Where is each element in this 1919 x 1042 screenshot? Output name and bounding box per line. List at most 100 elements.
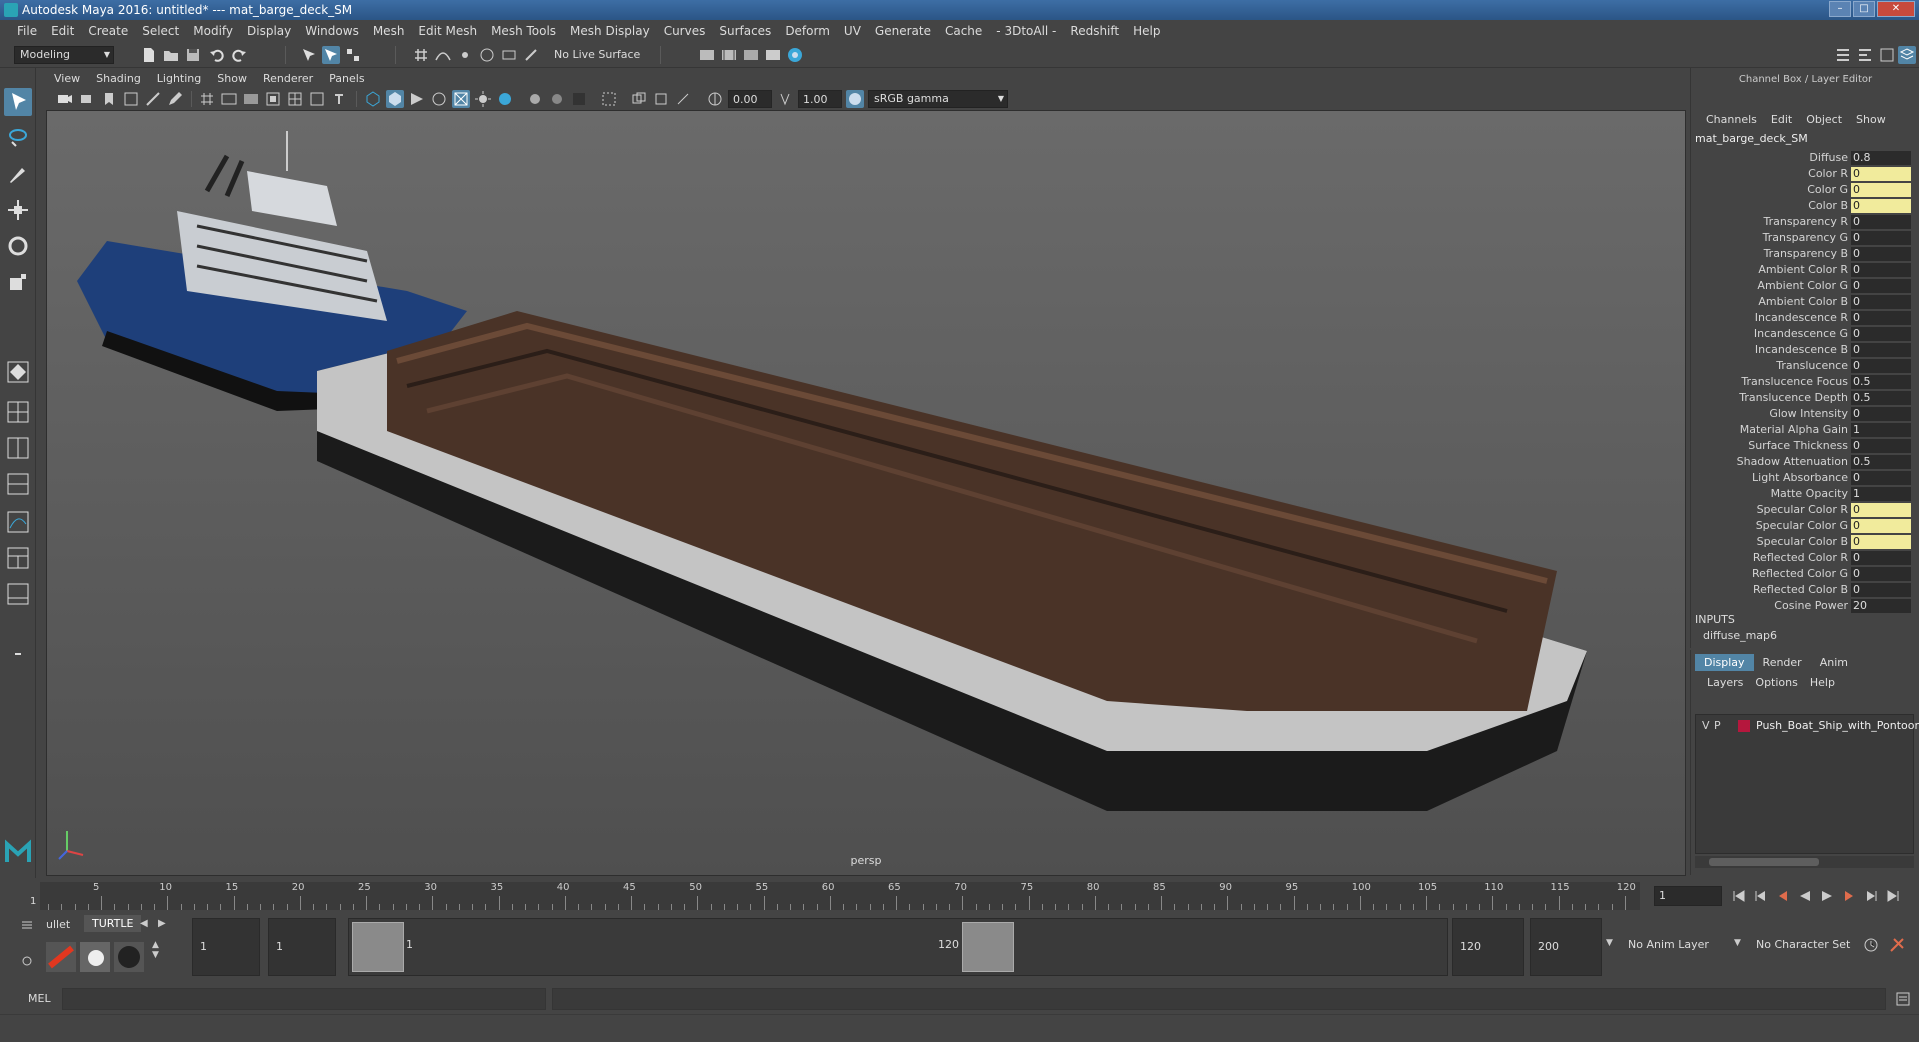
- channel-row[interactable]: Transparency G0: [1691, 230, 1919, 246]
- resolution-gate-icon[interactable]: [242, 90, 260, 108]
- channel-label[interactable]: Ambient Color B: [1758, 294, 1848, 310]
- shelf-tab-turtle[interactable]: TURTLE: [84, 915, 142, 932]
- layer-visibility-toggle[interactable]: V: [1702, 717, 1710, 735]
- undo-icon[interactable]: [208, 46, 226, 64]
- channel-label[interactable]: Reflected Color B: [1753, 582, 1848, 598]
- safe-action-icon[interactable]: [308, 90, 326, 108]
- step-back-key-icon[interactable]: [1752, 887, 1770, 905]
- channelbox-menu-channels[interactable]: Channels: [1699, 113, 1764, 126]
- channel-row[interactable]: Surface Thickness 0: [1691, 438, 1919, 454]
- channel-row[interactable]: Color G0: [1691, 182, 1919, 198]
- channel-box-toggle-icon[interactable]: [1878, 46, 1896, 64]
- four-pane-layout-icon[interactable]: [4, 398, 32, 426]
- input-node-item[interactable]: diffuse_map6: [1703, 629, 1777, 642]
- layer-menu-layers[interactable]: Layers: [1701, 676, 1749, 689]
- layer-menu-help[interactable]: Help: [1804, 676, 1841, 689]
- script-editor-layout-icon[interactable]: [4, 580, 32, 608]
- shelf-menu-icon[interactable]: [20, 918, 34, 932]
- layer-name[interactable]: Push_Boat_Ship_with_Pontoon: [1756, 717, 1919, 735]
- animation-preferences-icon[interactable]: [1888, 936, 1906, 954]
- snap-grid-icon[interactable]: [412, 46, 430, 64]
- channel-row[interactable]: Reflected Color R0: [1691, 550, 1919, 566]
- channel-row[interactable]: Specular Color B0: [1691, 534, 1919, 550]
- tab-anim[interactable]: Anim: [1811, 654, 1857, 671]
- channel-value-field[interactable]: 0: [1851, 519, 1911, 533]
- live-surface-field[interactable]: No Live Surface: [550, 46, 650, 66]
- maximize-button[interactable]: □: [1853, 1, 1875, 17]
- channelbox-menu-show[interactable]: Show: [1849, 113, 1893, 126]
- channelbox-menu-edit[interactable]: Edit: [1764, 113, 1799, 126]
- image-plane-icon[interactable]: [122, 90, 140, 108]
- channel-row[interactable]: Shadow Attenuation 0.5: [1691, 454, 1919, 470]
- channel-value-field[interactable]: 0: [1851, 471, 1911, 485]
- render-frame-icon[interactable]: [720, 46, 738, 64]
- rotate-tool-icon[interactable]: [4, 232, 32, 260]
- menu-uv[interactable]: UV: [837, 24, 868, 38]
- channel-label[interactable]: Transparency B: [1764, 246, 1848, 262]
- redshift-shelf-icon[interactable]: [46, 942, 76, 972]
- channel-label[interactable]: Cosine Power: [1774, 598, 1848, 614]
- snap-view-plane-icon[interactable]: [500, 46, 518, 64]
- channelbox-menu-object[interactable]: Object: [1799, 113, 1849, 126]
- time-slider[interactable]: 5 10 15 20 25 30 35 40 45 50 55 60 65 70 75 80 85 90 95 100…: [0, 878, 1919, 914]
- channel-label[interactable]: Transparency G: [1763, 230, 1848, 246]
- turtle-render-shelf-icon[interactable]: [114, 942, 144, 972]
- step-forward-frame-icon[interactable]: [1840, 887, 1858, 905]
- channel-label[interactable]: Reflected Color G: [1752, 566, 1848, 582]
- channel-label[interactable]: Incandescence R: [1755, 310, 1848, 326]
- layer-color-swatch[interactable]: [1738, 720, 1750, 732]
- channel-label[interactable]: Reflected Color R: [1753, 550, 1848, 566]
- shelf-scroll-icon[interactable]: ▲ ▼: [152, 940, 159, 960]
- open-scene-icon[interactable]: [162, 46, 180, 64]
- scale-tool-icon[interactable]: [4, 268, 32, 296]
- lasso-tool-icon[interactable]: [4, 124, 32, 152]
- attribute-editor-toggle-icon[interactable]: [1834, 46, 1852, 64]
- channel-row[interactable]: Translucence 0: [1691, 358, 1919, 374]
- play-forwards-icon[interactable]: [1818, 887, 1836, 905]
- channel-label[interactable]: Incandescence B: [1755, 342, 1848, 358]
- menu-edit-mesh[interactable]: Edit Mesh: [411, 24, 484, 38]
- tab-render[interactable]: Render: [1754, 654, 1811, 671]
- paint-select-tool-icon[interactable]: [4, 160, 32, 188]
- panel-menu-show[interactable]: Show: [209, 70, 255, 88]
- channel-row[interactable]: Cosine Power 20: [1691, 598, 1919, 614]
- menu-mesh-display[interactable]: Mesh Display: [563, 24, 657, 38]
- channel-label[interactable]: Ambient Color G: [1757, 278, 1848, 294]
- channel-value-field[interactable]: 0: [1851, 359, 1911, 373]
- minimize-button[interactable]: –: [1829, 1, 1851, 17]
- channel-row[interactable]: Diffuse 0.8: [1691, 150, 1919, 166]
- channel-value-field[interactable]: 0: [1851, 199, 1911, 213]
- channel-value-field[interactable]: 0: [1851, 551, 1911, 565]
- menu-generate[interactable]: Generate: [868, 24, 938, 38]
- layer-list-scrollbar[interactable]: [1695, 856, 1914, 868]
- hypershade-layout-icon[interactable]: [4, 544, 32, 572]
- channel-row[interactable]: Translucence Depth 0.5: [1691, 390, 1919, 406]
- chevron-down-icon[interactable]: ▼: [1734, 938, 1741, 948]
- single-pane-layout-icon[interactable]: [4, 358, 32, 386]
- select-hierarchy-icon[interactable]: [300, 46, 318, 64]
- auto-key-icon[interactable]: [1862, 936, 1880, 954]
- xray-joints-icon[interactable]: [674, 90, 692, 108]
- save-scene-icon[interactable]: [184, 46, 202, 64]
- outliner-layout-icon[interactable]: [4, 470, 32, 498]
- channel-label[interactable]: Transparency R: [1763, 214, 1848, 230]
- perspective-viewport[interactable]: persp: [46, 110, 1686, 876]
- close-button[interactable]: ✕: [1877, 1, 1915, 17]
- channel-row[interactable]: Incandescence R0: [1691, 310, 1919, 326]
- shelf-options-icon[interactable]: [20, 954, 34, 968]
- view-transform-dropdown[interactable]: sRGB gamma ▼: [868, 90, 1008, 108]
- select-object-icon[interactable]: [322, 46, 340, 64]
- channel-value-field[interactable]: 0.8: [1851, 151, 1911, 165]
- color-management-icon[interactable]: [846, 90, 864, 108]
- smooth-shade-icon[interactable]: [386, 90, 404, 108]
- menu-windows[interactable]: Windows: [298, 24, 366, 38]
- channel-value-field[interactable]: 0: [1851, 535, 1911, 549]
- channel-value-field[interactable]: 0: [1851, 279, 1911, 293]
- snap-point-icon[interactable]: [456, 46, 474, 64]
- channel-value-field[interactable]: 0: [1851, 583, 1911, 597]
- select-component-icon[interactable]: [344, 46, 362, 64]
- menu-redshift[interactable]: Redshift: [1063, 24, 1126, 38]
- channel-row[interactable]: Reflected Color B0: [1691, 582, 1919, 598]
- xray-active-components-icon[interactable]: [652, 90, 670, 108]
- channel-label[interactable]: Specular Color R: [1757, 502, 1848, 518]
